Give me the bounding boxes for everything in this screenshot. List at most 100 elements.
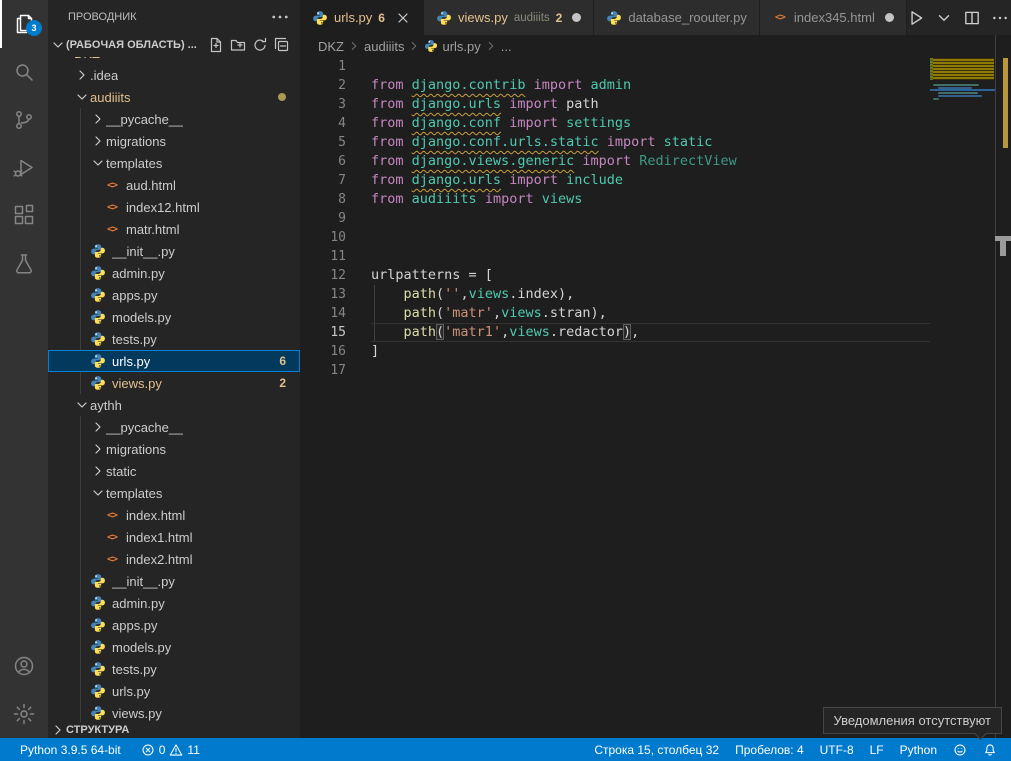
activity-bar-item-testing[interactable]	[0, 240, 48, 288]
code-token: 'matr1'	[444, 324, 501, 340]
overview-ruler-handle	[1000, 241, 1006, 256]
tree-item-tests-py[interactable]: tests.py	[48, 658, 300, 680]
new-file-icon[interactable]	[208, 37, 224, 53]
refresh-icon[interactable]	[252, 37, 268, 53]
tree-item-static[interactable]: static	[48, 460, 300, 482]
tree-item-templates[interactable]: templates	[48, 152, 300, 174]
more-icon[interactable]	[991, 9, 1009, 27]
tree-item-aythh[interactable]: aythh	[48, 394, 300, 416]
new-folder-icon[interactable]	[230, 37, 246, 53]
tree-item--init-py[interactable]: __init__.py	[48, 570, 300, 592]
activity-bar-item-search[interactable]	[0, 48, 48, 96]
code-token: (	[436, 305, 444, 321]
tree-item-templates[interactable]: templates	[48, 482, 300, 504]
activity-bar-item-files[interactable]: 3	[0, 0, 48, 48]
tree-item-apps-py[interactable]: apps.py	[48, 614, 300, 636]
code-token: from	[371, 134, 404, 150]
tree-item-aud-html[interactable]: <>aud.html	[48, 174, 300, 196]
run-icon[interactable]	[907, 9, 925, 27]
tab-urls-py[interactable]: urls.py6	[300, 0, 424, 35]
tree-item-index1-html[interactable]: <>index1.html	[48, 526, 300, 548]
status-encoding[interactable]: UTF-8	[812, 743, 862, 757]
dirty-indicator	[572, 13, 581, 22]
status-cursor-position[interactable]: Строка 15, столбец 32	[586, 743, 727, 757]
collapse-all-icon[interactable]	[274, 37, 290, 53]
tab-index345-html[interactable]: <>index345.html	[760, 0, 907, 35]
chevron-down-icon[interactable]	[935, 9, 953, 27]
tree-item-label: static	[106, 464, 136, 479]
tab-views-py[interactable]: views.pyaudiiits2	[424, 0, 594, 35]
tree-item--init-py[interactable]: __init__.py	[48, 240, 300, 262]
activity-bar-item-source-control[interactable]	[0, 96, 48, 144]
bell-button[interactable]	[975, 743, 1005, 757]
code-line-content: from django.views.generic import Redirec…	[371, 152, 930, 171]
tree-item-models-py[interactable]: models.py	[48, 636, 300, 658]
tree-item-label: __pycache__	[106, 112, 183, 127]
code-token: import	[509, 172, 558, 188]
tree-item-label: tests.py	[112, 662, 157, 677]
tree-item-views-py[interactable]: views.py	[48, 702, 300, 722]
tree-item-index2-html[interactable]: <>index2.html	[48, 548, 300, 570]
tree-item-models-py[interactable]: models.py	[48, 306, 300, 328]
activity-bar-item-settings[interactable]	[0, 690, 48, 738]
code-line-content	[371, 361, 930, 380]
tree-item-matr-html[interactable]: <>matr.html	[48, 218, 300, 240]
tree-item-apps-py[interactable]: apps.py	[48, 284, 300, 306]
code-token	[558, 115, 566, 131]
code-line: 10	[300, 228, 930, 247]
breadcrumb-item[interactable]: audiiits	[364, 39, 404, 54]
line-number: 1	[300, 57, 346, 76]
python-icon	[90, 375, 106, 391]
code-line: 9	[300, 209, 930, 228]
tree-item-views-py[interactable]: views.py2	[48, 372, 300, 394]
minimap[interactable]	[930, 35, 995, 738]
tree-item-index12-html[interactable]: <>index12.html	[48, 196, 300, 218]
activity-bar-item-run-debug[interactable]	[0, 144, 48, 192]
chevron-down-icon	[90, 485, 106, 501]
tree-item-index-html[interactable]: <>index.html	[48, 504, 300, 526]
breadcrumb-item[interactable]: urls.py	[424, 39, 480, 54]
split-editor-icon[interactable]	[963, 9, 981, 27]
more-actions-icon[interactable]	[270, 7, 290, 27]
code-token: from	[371, 96, 404, 112]
code-token: ]	[371, 343, 379, 359]
code-editor[interactable]: 12from django.contrib import admin3from …	[300, 57, 930, 738]
code-token: .	[550, 324, 558, 340]
tree-item-urls-py[interactable]: urls.py6	[48, 350, 300, 372]
breadcrumb-item[interactable]: DKZ	[318, 39, 344, 54]
tree-item-migrations[interactable]: migrations	[48, 438, 300, 460]
code-token	[404, 153, 412, 169]
code-line: 15 path('matr1',views.redactor),	[300, 323, 930, 342]
code-line: 6from django.views.generic import Redire…	[300, 152, 930, 171]
tree-item-admin-py[interactable]: admin.py	[48, 262, 300, 284]
code-line-content: path('matr1',views.redactor),	[371, 323, 930, 342]
tree-item--pycache-[interactable]: __pycache__	[48, 416, 300, 438]
code-token	[477, 191, 485, 207]
activity-bar-item-account[interactable]	[0, 642, 48, 690]
tree-item-label: views.py	[112, 706, 162, 721]
tree-item--pycache-[interactable]: __pycache__	[48, 108, 300, 130]
tree-item-audiiits[interactable]: audiiits	[48, 86, 300, 108]
code-line: 17	[300, 361, 930, 380]
status-python-version[interactable]: Python 3.9.5 64-bit	[12, 743, 129, 757]
outline-section-header[interactable]: СТРУКТУРА	[48, 722, 300, 738]
feedback-button[interactable]	[945, 743, 975, 757]
workspace-section-header[interactable]: (РАБОЧАЯ ОБЛАСТЬ) ...	[48, 33, 300, 57]
tree-item-admin-py[interactable]: admin.py	[48, 592, 300, 614]
status-eol[interactable]: LF	[862, 743, 892, 757]
tree-item-dkz[interactable]: DKZ	[48, 57, 300, 64]
code-token: django.urls	[412, 172, 501, 188]
status-indentation[interactable]: Пробелов: 4	[727, 743, 812, 757]
status-problems[interactable]: 011	[133, 743, 208, 757]
tree-item-migrations[interactable]: migrations	[48, 130, 300, 152]
account-icon	[12, 654, 36, 678]
breadcrumb-item[interactable]: ...	[501, 39, 512, 54]
breadcrumb-label: urls.py	[442, 39, 480, 54]
tree-item-urls-py[interactable]: urls.py	[48, 680, 300, 702]
status-label: Python 3.9.5 64-bit	[20, 743, 121, 757]
status-language-mode[interactable]: Python	[892, 743, 945, 757]
activity-bar-item-extensions[interactable]	[0, 192, 48, 240]
tree-item-tests-py[interactable]: tests.py	[48, 328, 300, 350]
tree-item--idea[interactable]: .idea	[48, 64, 300, 86]
tab-database-roouter-py[interactable]: database_roouter.py	[594, 0, 760, 35]
